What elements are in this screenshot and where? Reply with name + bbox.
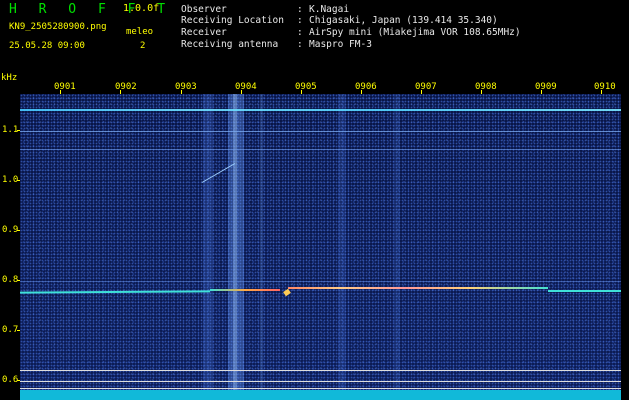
y-tick-label: 0.7 xyxy=(2,325,19,335)
y-tick-label: 1.1 xyxy=(2,125,19,135)
x-tick-label: 0904 xyxy=(235,82,257,92)
receiver-value: AirSpy mini (Miakejima VOR 108.65MHz) xyxy=(309,27,521,38)
x-tick-label: 0908 xyxy=(475,82,497,92)
x-tick-label: 0905 xyxy=(295,82,317,92)
location-label: Receiving Location xyxy=(181,15,284,26)
location-value: Chigasaki, Japan (139.414 35.340) xyxy=(309,15,498,26)
x-tick-label: 0907 xyxy=(415,82,437,92)
x-tick-label: 0909 xyxy=(535,82,557,92)
x-tick xyxy=(241,90,242,94)
interference-band xyxy=(233,94,237,400)
count-label: 2 xyxy=(140,41,146,51)
carrier-line xyxy=(20,109,621,111)
interference-band xyxy=(338,94,346,400)
x-tick-label: 0903 xyxy=(175,82,197,92)
mode-label: meleo xyxy=(126,27,154,37)
version-label: 1.0.0f xyxy=(123,3,160,14)
observer-value: K.Nagai xyxy=(309,4,350,15)
antenna-value: Maspro FM-3 xyxy=(309,39,372,50)
x-tick xyxy=(421,90,422,94)
receiver-separator: : xyxy=(297,27,303,38)
y-unit-label: kHz xyxy=(1,73,18,83)
y-tick xyxy=(17,230,20,231)
observer-label: Observer xyxy=(181,4,227,15)
reference-line xyxy=(20,388,621,389)
x-tick xyxy=(601,90,602,94)
y-tick-label: 0.9 xyxy=(2,225,19,235)
x-tick xyxy=(120,90,121,94)
datetime-label: 25.05.28 09:00 xyxy=(9,41,85,51)
carrier-line xyxy=(20,131,621,132)
x-tick xyxy=(301,90,302,94)
carrier-line xyxy=(20,281,621,282)
y-tick xyxy=(17,180,20,181)
y-tick xyxy=(17,330,20,331)
x-tick xyxy=(481,90,482,94)
x-tick-label: 0910 xyxy=(594,82,616,92)
header-panel: H R O F F T 1.0.0f KN9_2505280900.png me… xyxy=(0,0,629,74)
y-tick xyxy=(17,280,20,281)
y-tick-label: 0.8 xyxy=(2,275,19,285)
noise-tint xyxy=(20,94,621,400)
noise-floor-strip xyxy=(20,390,621,400)
x-tick-label: 0906 xyxy=(355,82,377,92)
location-separator: : xyxy=(297,15,303,26)
antenna-label: Receiving antenna xyxy=(181,39,279,50)
antenna-separator: : xyxy=(297,39,303,50)
spectrogram xyxy=(20,94,621,400)
x-tick-label: 0902 xyxy=(115,82,137,92)
y-tick xyxy=(17,130,20,131)
x-tick xyxy=(541,90,542,94)
x-tick xyxy=(361,90,362,94)
y-tick-label: 0.6 xyxy=(2,375,19,385)
reference-line xyxy=(20,370,621,371)
x-tick xyxy=(60,90,61,94)
x-tick-label: 0901 xyxy=(54,82,76,92)
interference-band xyxy=(394,94,400,400)
interference-band xyxy=(260,94,263,400)
filename-label: KN9_2505280900.png xyxy=(9,22,107,32)
signal-trace xyxy=(548,290,621,292)
signal-trace xyxy=(288,287,548,289)
y-tick-label: 1.0 xyxy=(2,175,19,185)
interference-band xyxy=(203,94,213,400)
signal-trace xyxy=(210,289,280,291)
observer-separator: : xyxy=(297,4,303,15)
carrier-line xyxy=(20,149,621,150)
x-tick xyxy=(181,90,182,94)
receiver-label: Receiver xyxy=(181,27,227,38)
reference-line xyxy=(20,381,621,382)
